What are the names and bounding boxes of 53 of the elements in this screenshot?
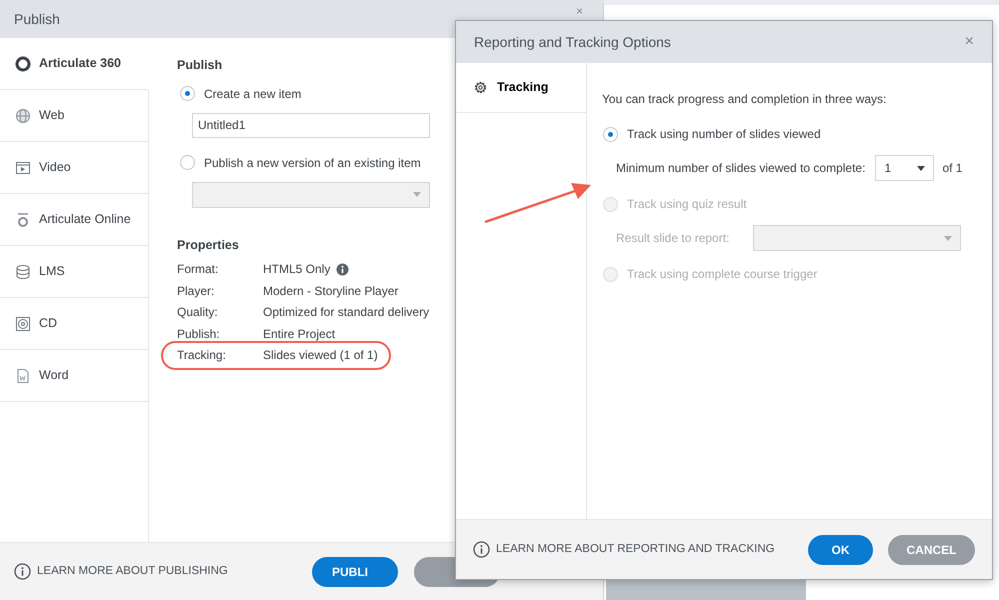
ok-button[interactable]: OK [808,534,873,564]
property-value: Entire Project [263,326,336,343]
circle-icon [15,56,31,72]
option-label: Track using quiz result [627,196,747,213]
sidebar-item[interactable]: Word [0,350,149,402]
tab[interactable]: Tracking [456,63,586,113]
dialog-title: Publish [14,10,60,28]
radio-button[interactable] [180,86,195,102]
sidebar-item[interactable]: LMS [0,246,149,298]
info-icon [473,541,490,558]
option-label: Track using number of slides viewed [627,126,821,143]
setting-label: Result slide to report: [616,230,730,247]
globe-icon [15,108,31,124]
section-heading: Properties [177,236,240,254]
section-heading: Publish [177,57,224,74]
caret-icon [944,236,952,240]
intro-text: You can track progress and completion in three ways: [602,91,888,108]
gear-icon [473,80,488,95]
sidebar-item[interactable]: CD [0,298,149,350]
sidebar-item[interactable]: Web [0,90,149,142]
sidebar-item[interactable]: Video [0,142,149,194]
property-value: Slides viewed (1 of 1) [263,347,378,364]
sidebar-item[interactable]: Articulate Online [0,194,149,246]
caret-icon [413,192,421,198]
dialog-title: Reporting and Tracking Options [474,32,671,52]
dropdown-value: 1 [884,160,892,177]
property-label: Player: [177,282,216,300]
setting-label: Minimum number of slides viewed to complete: [616,160,866,177]
video-icon [15,160,31,176]
publish-button[interactable]: PUBLI [312,556,398,586]
property-label: Tracking: [177,347,227,364]
dropdown[interactable]: 1 [875,155,934,181]
letter-a-icon [15,212,31,228]
learn-more-link[interactable]: LEARN MORE ABOUT PUBLISHING [37,562,228,580]
option-label: Create a new item [204,86,302,103]
caret-icon [917,166,926,170]
property-label: Publish: [177,326,221,343]
property-value: Modern - Storyline Player [263,282,398,300]
disc-icon [15,316,31,332]
info-icon [14,563,31,580]
name-field[interactable]: Untitled1 [192,112,430,138]
property-label: Format: [177,261,220,278]
radio-button[interactable] [603,126,618,142]
option-label: Track using complete course trigger [627,266,818,283]
property-value: HTML5 Only [263,261,330,278]
document-icon [15,368,31,384]
property-label: Quality: [177,304,219,322]
suffix-text: of 1 [942,160,962,177]
radio-button[interactable] [180,155,195,170]
property-value: Optimized for standard delivery [263,304,430,322]
database-icon [15,264,31,280]
learn-more-link[interactable]: LEARN MORE ABOUT REPORTING AND TRACKING [496,540,775,558]
option-label: Publish a new version of an existing item [204,154,421,172]
